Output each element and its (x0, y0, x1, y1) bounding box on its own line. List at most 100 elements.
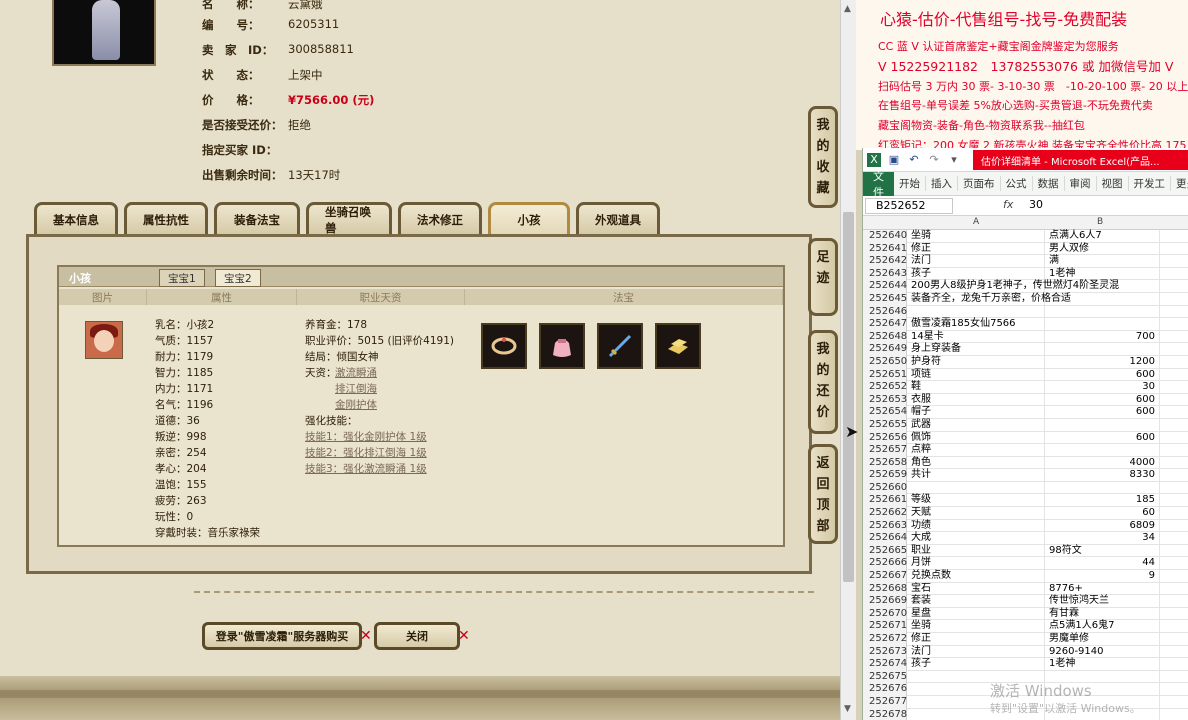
cell-b[interactable]: 600 (1047, 406, 1157, 419)
cell-b[interactable] (1047, 306, 1157, 319)
cell-b[interactable] (1047, 419, 1157, 432)
cell-a[interactable]: 孩子 (909, 658, 1045, 671)
scrollbar-thumb[interactable] (843, 212, 854, 582)
cell-c[interactable] (1159, 595, 1188, 608)
cell-c[interactable] (1159, 330, 1188, 344)
cell-b[interactable]: 34 (1047, 532, 1157, 545)
cell-a[interactable]: 角色 (909, 456, 1045, 470)
cell-c[interactable] (1159, 695, 1188, 709)
row-number[interactable]: 252656 (863, 431, 907, 445)
cell-c[interactable] (1159, 683, 1188, 696)
row-number[interactable]: 252642 (863, 255, 907, 268)
cell-c[interactable] (1159, 507, 1188, 520)
cell-c[interactable] (1159, 645, 1188, 659)
cell-a[interactable]: 修正 (909, 633, 1045, 646)
cell-a[interactable]: 装备齐全，龙兔千万亲密，价格合适 (909, 292, 1071, 306)
row-number[interactable]: 252664 (863, 532, 907, 545)
cell-b[interactable]: 传世惊鸿天兰 (1047, 595, 1157, 608)
cell-c[interactable] (1159, 381, 1188, 394)
cell-b[interactable]: 30 (1047, 381, 1157, 394)
row-number[interactable]: 252662 (863, 507, 907, 520)
cell-c[interactable] (1159, 570, 1188, 583)
cell-b[interactable]: 44 (1047, 557, 1157, 570)
cell-a[interactable]: 坐骑 (909, 230, 1045, 243)
ribbon-tab-more[interactable]: 更多 (1171, 176, 1188, 191)
skill-link-1[interactable]: 技能1：强化金刚护体 1级 (305, 429, 427, 444)
row-number[interactable]: 252647 (863, 318, 907, 331)
cell-a[interactable]: 傲雪凌霜185女仙7566 (909, 318, 1045, 331)
cell-a[interactable]: 法门 (909, 255, 1045, 268)
ribbon-tab-view[interactable]: 视图 (1097, 176, 1129, 191)
skill-link-2[interactable]: 技能2：强化排江倒海 1级 (305, 445, 427, 460)
tab-mounts[interactable]: 坐骑召唤兽 (306, 202, 392, 235)
cell-a[interactable]: 宝石 (909, 582, 1045, 596)
subtab-baby-2[interactable]: 宝宝2 (215, 269, 261, 287)
cell-b[interactable] (1047, 444, 1157, 457)
row-number[interactable]: 252667 (863, 570, 907, 583)
close-button[interactable]: 关闭 (374, 622, 460, 650)
cell-a[interactable]: 月饼 (909, 557, 1045, 571)
cell-c[interactable] (1159, 658, 1188, 671)
cell-b[interactable]: 8330 (1047, 469, 1157, 482)
scroll-up-icon[interactable]: ▲ (844, 4, 851, 14)
side-tab-my-offers[interactable]: 我的还价 (808, 330, 838, 434)
cell-c[interactable] (1159, 343, 1188, 356)
cell-a[interactable] (909, 305, 1045, 319)
row-number[interactable]: 252645 (863, 292, 907, 306)
cell-c[interactable] (1159, 456, 1188, 470)
cell-b[interactable]: 点5满1人6鬼7 (1047, 620, 1157, 633)
redo-icon[interactable]: ↷ (927, 153, 941, 167)
cell-a[interactable]: 护身符 (909, 355, 1045, 369)
ribbon-tab-review[interactable]: 审阅 (1065, 176, 1097, 191)
scroll-down-icon[interactable]: ▼ (844, 704, 851, 714)
cell-b[interactable] (1047, 318, 1157, 331)
tab-basic-info[interactable]: 基本信息 (34, 202, 118, 234)
cell-c[interactable] (1159, 544, 1188, 558)
row-number[interactable]: 252678 (863, 708, 907, 720)
cell-c[interactable] (1159, 368, 1188, 382)
row-number[interactable]: 252641 (863, 242, 907, 256)
cell-a[interactable]: 兑换点数 (909, 570, 1045, 583)
pouch-item-icon[interactable] (539, 323, 585, 369)
cell-b[interactable] (1047, 293, 1157, 306)
talent-link-3[interactable]: 金刚护体 (335, 397, 377, 412)
login-buy-button[interactable]: 登录"傲雪凌霜"服务器购买 (202, 622, 362, 650)
cell-c[interactable] (1159, 393, 1188, 407)
cell-c[interactable] (1159, 406, 1188, 419)
row-number[interactable]: 252655 (863, 418, 907, 432)
cell-a[interactable]: 修正 (909, 242, 1045, 256)
page-scrollbar[interactable]: ▲ ▼ (840, 0, 856, 720)
row-number[interactable]: 252671 (863, 620, 907, 633)
row-number[interactable]: 252669 (863, 595, 907, 608)
ribbon-tab-layout[interactable]: 页面布 (958, 176, 1001, 191)
row-number[interactable]: 252675 (863, 670, 907, 684)
cell-c[interactable] (1159, 469, 1188, 482)
cell-c[interactable] (1159, 292, 1188, 306)
cell-b[interactable]: 1200 (1047, 356, 1157, 369)
skill-link-3[interactable]: 技能3：强化激流瞬涌 1级 (305, 461, 427, 476)
cell-c[interactable] (1159, 444, 1188, 457)
cell-b[interactable]: 1老神 (1047, 268, 1157, 281)
row-number[interactable]: 252672 (863, 633, 907, 646)
ribbon-tab-insert[interactable]: 插入 (926, 176, 958, 191)
row-number[interactable]: 252654 (863, 406, 907, 419)
ribbon-tab-data[interactable]: 数据 (1033, 176, 1065, 191)
cell-b[interactable]: 60 (1047, 507, 1157, 520)
side-tab-favorites[interactable]: 我的收藏 (808, 106, 838, 208)
cell-a[interactable]: 套装 (909, 595, 1045, 608)
cell-b[interactable]: 9260-9140 (1047, 646, 1157, 659)
cell-a[interactable]: 项链 (909, 368, 1045, 382)
ring-item-icon[interactable] (481, 323, 527, 369)
cell-c[interactable] (1159, 620, 1188, 633)
cell-b[interactable]: 98符文 (1047, 545, 1157, 558)
row-number[interactable]: 252665 (863, 544, 907, 558)
cell-b[interactable]: 1老神 (1047, 658, 1157, 671)
cell-c[interactable] (1159, 230, 1188, 243)
cell-c[interactable] (1159, 633, 1188, 646)
cell-c[interactable] (1159, 418, 1188, 432)
cell-b[interactable]: 8776+ (1047, 583, 1157, 596)
cell-a[interactable]: 200男人8级护身1老神子，传世燃灯4阶圣灵混 (909, 280, 1119, 293)
row-number[interactable]: 252649 (863, 343, 907, 356)
cell-a[interactable]: 鞋 (909, 381, 1045, 394)
cell-c[interactable] (1159, 582, 1188, 596)
